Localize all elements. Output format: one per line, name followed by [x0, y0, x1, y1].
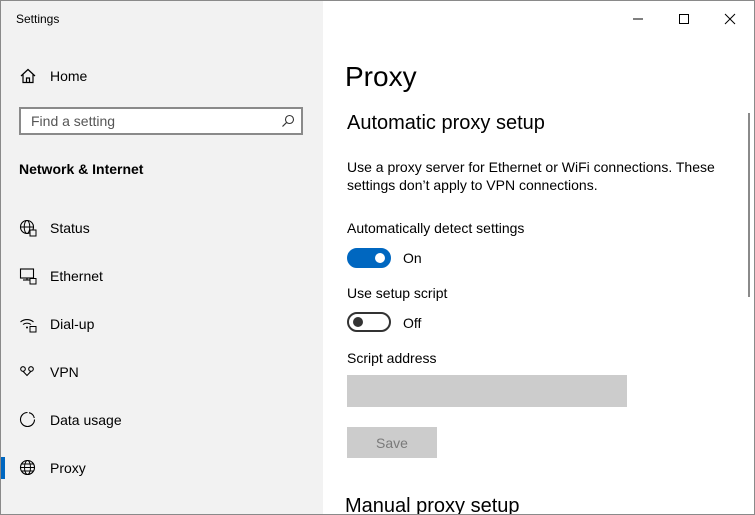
sidebar: Settings Home Network & Internet Status	[1, 1, 323, 514]
close-button[interactable]	[707, 1, 753, 37]
main-content: Proxy Automatic proxy setup Use a proxy …	[323, 1, 754, 514]
manual-proxy-heading: Manual proxy setup	[345, 495, 520, 515]
settings-window: Settings Home Network & Internet Status	[0, 0, 755, 515]
toggle-knob	[375, 253, 385, 263]
vpn-icon	[19, 363, 37, 381]
auto-detect-toggle[interactable]	[347, 248, 391, 268]
toggle-knob	[353, 317, 363, 327]
minimize-icon	[633, 18, 643, 20]
page-title: Proxy	[345, 61, 417, 92]
sidebar-item-status[interactable]: Status	[1, 205, 323, 251]
automatic-proxy-heading: Automatic proxy setup	[347, 112, 545, 134]
sidebar-item-label: VPN	[50, 364, 79, 380]
scrollbar[interactable]	[748, 113, 750, 297]
script-address-input[interactable]	[347, 375, 627, 407]
sidebar-item-label: Data usage	[50, 412, 122, 428]
sidebar-item-dial-up[interactable]: Dial-up	[1, 301, 323, 347]
home-icon	[19, 67, 37, 85]
sidebar-home-label: Home	[50, 68, 88, 84]
sidebar-item-label: Ethernet	[50, 268, 103, 284]
setup-script-toggle[interactable]	[347, 312, 391, 332]
sidebar-item-label: Proxy	[50, 460, 86, 476]
search-input[interactable]	[21, 109, 281, 133]
sidebar-item-data-usage[interactable]: Data usage	[1, 397, 323, 443]
setup-script-label: Use setup script	[347, 285, 448, 301]
sidebar-item-label: Dial-up	[50, 316, 95, 332]
window-title: Settings	[16, 12, 60, 26]
data-usage-icon	[19, 411, 37, 429]
search-icon[interactable]	[281, 114, 295, 128]
maximize-icon	[679, 14, 689, 24]
sidebar-section-title: Network & Internet	[19, 161, 144, 177]
ethernet-icon	[19, 267, 37, 285]
proxy-description: Use a proxy server for Ethernet or WiFi …	[347, 159, 715, 193]
auto-detect-label: Automatically detect settings	[347, 220, 525, 236]
sidebar-home[interactable]: Home	[1, 57, 323, 95]
search-box	[19, 107, 303, 135]
sidebar-item-vpn[interactable]: VPN	[1, 349, 323, 395]
save-button[interactable]: Save	[347, 427, 437, 458]
globe-icon	[19, 459, 37, 477]
dial-up-icon	[19, 315, 37, 333]
sidebar-item-label: Status	[50, 220, 90, 236]
selected-indicator	[1, 457, 5, 479]
minimize-button[interactable]	[615, 1, 661, 37]
auto-detect-state: On	[403, 250, 422, 266]
maximize-button[interactable]	[661, 1, 707, 37]
close-icon	[724, 13, 736, 25]
setup-script-state: Off	[403, 315, 422, 331]
sidebar-item-ethernet[interactable]: Ethernet	[1, 253, 323, 299]
script-address-label: Script address	[347, 350, 437, 366]
sidebar-item-proxy[interactable]: Proxy	[1, 445, 323, 491]
globe-status-icon	[19, 219, 37, 237]
